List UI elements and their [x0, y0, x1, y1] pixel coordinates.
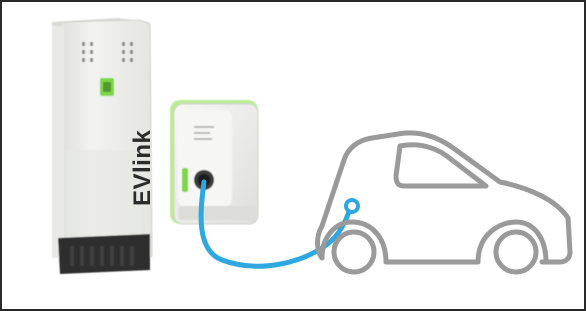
wallbox-charger-icon: [170, 100, 259, 225]
ev-charging-illustration: EVlink: [52, 18, 573, 275]
station-brand-label: EVlink: [129, 129, 156, 206]
charging-plug-connector-icon: [344, 198, 360, 214]
